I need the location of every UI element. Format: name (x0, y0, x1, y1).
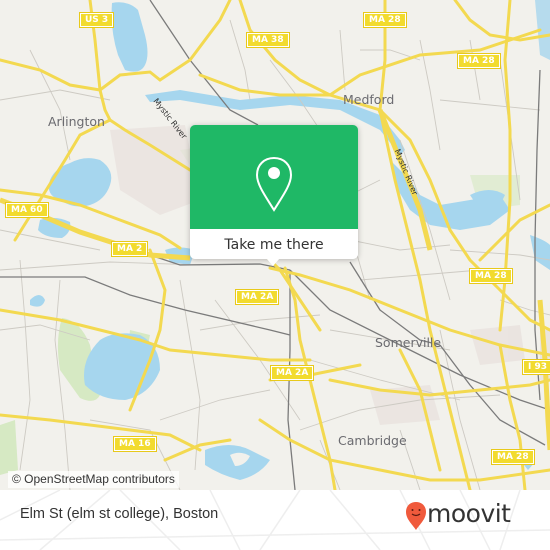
map-view[interactable]: Medford Arlington Somerville Cambridge M… (0, 0, 550, 490)
city-label-medford: Medford (343, 92, 395, 107)
popup-header (190, 125, 358, 229)
moovit-logo[interactable]: moovit (405, 499, 511, 531)
city-label-somerville: Somerville (375, 335, 442, 350)
place-name: Elm St (elm st college), Boston (20, 506, 219, 522)
take-me-there-label: Take me there (224, 237, 324, 253)
moovit-pin-smile-icon (406, 502, 426, 530)
city-label-cambridge: Cambridge (338, 433, 407, 448)
footer-bar: Elm St (elm st college), Boston moovit (0, 490, 550, 550)
route-shield-us3: US 3 (78, 12, 115, 28)
route-shield-ma2: MA 2 (110, 241, 149, 257)
route-shield-ma60: MA 60 (5, 202, 49, 218)
route-shield-ma16: MA 16 (113, 436, 157, 452)
route-shield-ma28-somerville: MA 28 (469, 268, 513, 284)
route-shield-ma28-north: MA 28 (363, 12, 407, 28)
route-shield-ma2a-south: MA 2A (269, 365, 315, 381)
map-attribution[interactable]: © OpenStreetMap contributors (8, 471, 179, 488)
map-pin-icon (255, 156, 293, 212)
popup-pointer (266, 258, 280, 266)
location-popup[interactable]: Take me there (190, 125, 358, 266)
take-me-there-button[interactable]: Take me there (190, 229, 358, 259)
route-shield-i93: I 93 (521, 359, 550, 375)
city-label-arlington: Arlington (48, 114, 105, 129)
moovit-wordmark: moovit (427, 499, 511, 528)
route-shield-ma28-east: MA 28 (457, 53, 501, 69)
route-shield-ma2a-north: MA 2A (234, 289, 280, 305)
route-shield-ma38: MA 38 (246, 32, 290, 48)
route-shield-ma28-south: MA 28 (491, 449, 535, 465)
